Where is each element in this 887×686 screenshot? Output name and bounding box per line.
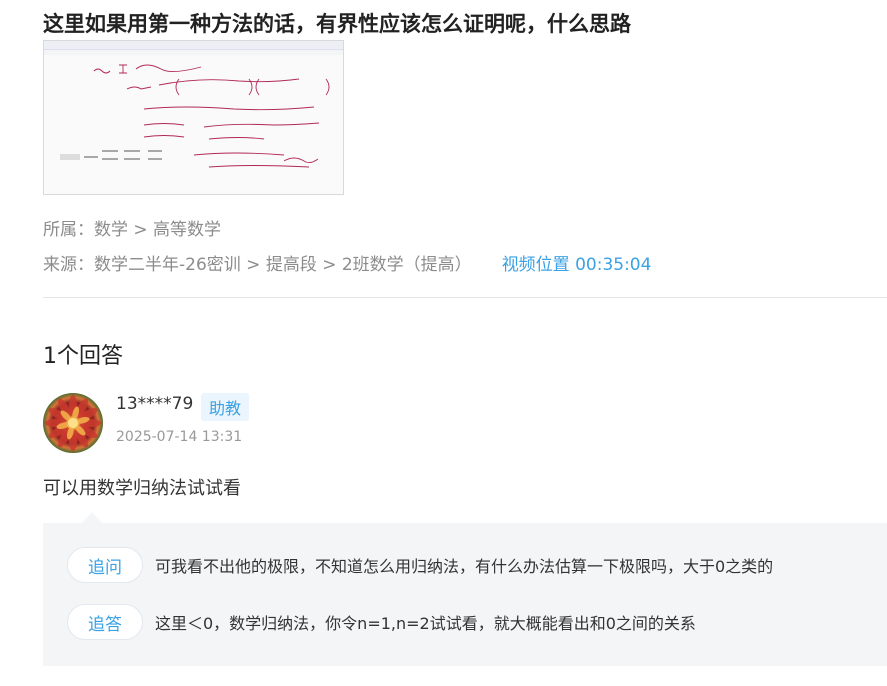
user-avatar[interactable]: [43, 393, 103, 453]
followup-panel: 追问 可我看不出他的极限，不知道怎么用归纳法，有什么办法估算一下极限吗，大于0之…: [43, 523, 887, 666]
followup-question-text: 可我看不出他的极限，不知道怎么用归纳法，有什么办法估算一下极限吗，大于0之类的: [155, 557, 774, 576]
followup-panel-pointer: [82, 512, 102, 523]
answer-count-heading: 1个回答: [43, 344, 123, 369]
followup-item: 追问 可我看不出他的极限，不知道怎么用归纳法，有什么办法估算一下极限吗，大于0之…: [67, 547, 773, 583]
category-value: 数学 > 高等数学: [94, 220, 222, 240]
question-screenshot-thumbnail[interactable]: [43, 40, 344, 195]
followup-answer-text: 这里＜0，数学归纳法，你令n=1,n=2试试看，就大概能看出和0之间的关系: [155, 614, 696, 633]
question-title: 这里如果用第一种方法的话，有界性应该怎么证明呢，什么思路: [43, 12, 631, 36]
followup-question-tag: 追问: [67, 547, 143, 583]
question-source: 来源：数学二半年-26密训 > 提高段 > 2班数学（提高） 视频位置 00:35…: [43, 250, 651, 275]
video-position-link[interactable]: 视频位置 00:35:04: [502, 255, 652, 275]
role-badge: 助教: [201, 393, 250, 421]
section-divider: [43, 297, 887, 298]
handwritten-math-sketch: [60, 64, 330, 168]
answer-username: 13****79: [116, 394, 194, 414]
question-category: 所属：数学 > 高等数学: [43, 215, 221, 240]
answer-timestamp: 2025-07-14 13:31: [116, 429, 243, 445]
thumbnail-browser-bar: [44, 41, 343, 50]
answer-content: 可以用数学归纳法试试看: [43, 478, 241, 499]
source-value: 数学二半年-26密训 > 提高段 > 2班数学（提高）: [94, 255, 472, 275]
followup-answer-tag: 追答: [67, 604, 143, 640]
category-label: 所属：: [43, 220, 94, 240]
flower-avatar-image: [45, 395, 101, 451]
followup-item: 追答 这里＜0，数学归纳法，你令n=1,n=2试试看，就大概能看出和0之间的关系: [67, 604, 696, 640]
source-label: 来源：: [43, 255, 94, 275]
